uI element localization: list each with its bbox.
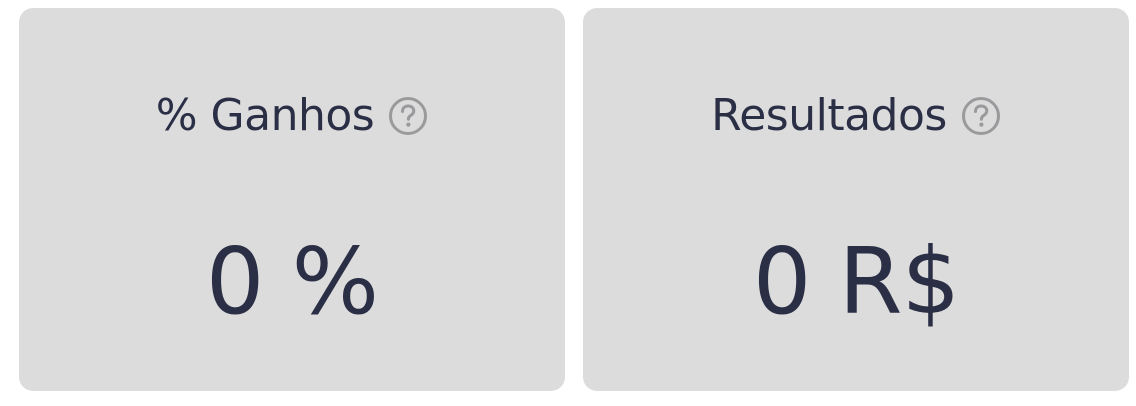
help-icon[interactable] — [961, 96, 1001, 136]
win-rate-card: % Ganhos 0 % — [19, 8, 565, 391]
win-rate-title: % Ganhos — [155, 90, 375, 141]
results-card: Resultados 0 R$ — [583, 8, 1129, 391]
win-rate-value: 0 % — [205, 228, 379, 335]
help-icon[interactable] — [388, 96, 428, 136]
results-title: Resultados — [711, 90, 947, 141]
results-title-row: Resultados — [583, 94, 1129, 138]
stats-cards: % Ganhos 0 % Resultados 0 R$ — [0, 0, 1136, 406]
results-value: 0 R$ — [752, 228, 960, 335]
win-rate-title-row: % Ganhos — [19, 94, 565, 138]
